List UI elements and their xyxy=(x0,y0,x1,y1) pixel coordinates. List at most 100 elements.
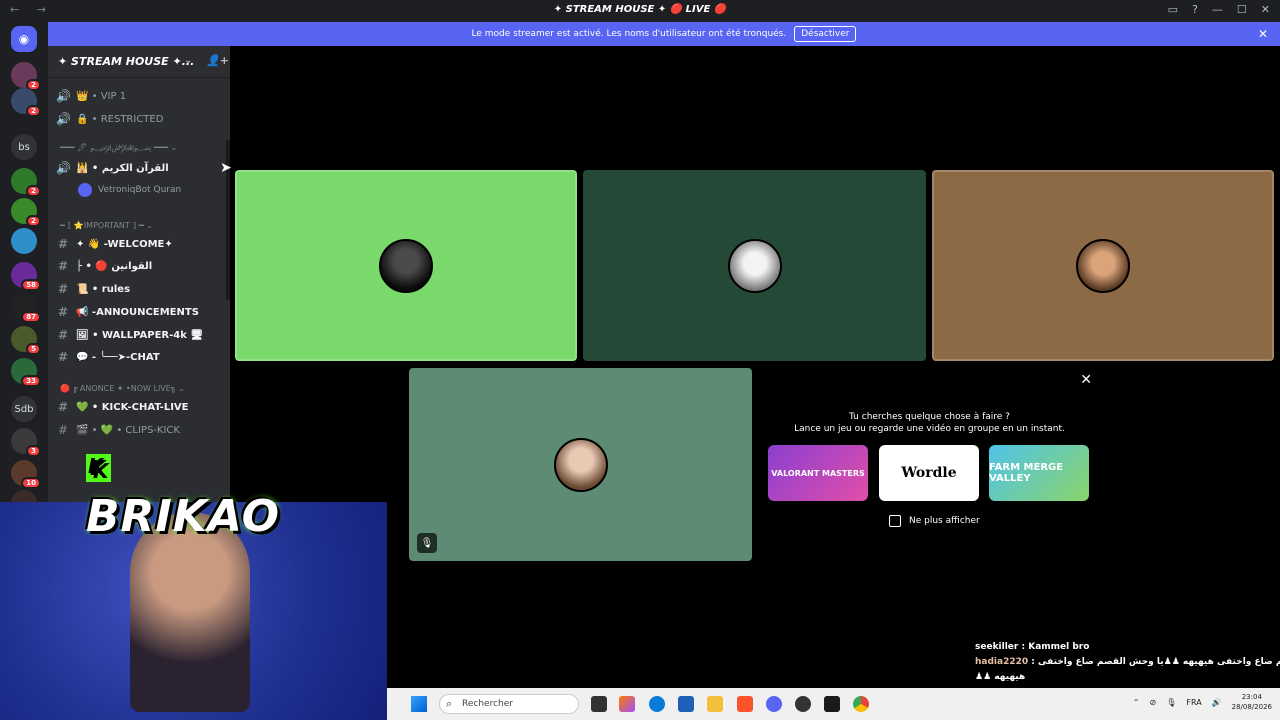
logo-text: BRIKAO xyxy=(86,491,280,542)
channel-item[interactable]: # 🎬 • 💚 • CLIPS-KICK xyxy=(56,420,224,440)
channel-label: ✦ 👋 -WELCOME✦ xyxy=(76,238,173,250)
chrome-icon[interactable] xyxy=(853,696,869,712)
app-icon[interactable] xyxy=(824,696,840,712)
copilot-icon[interactable] xyxy=(619,696,635,712)
edge-icon[interactable] xyxy=(649,696,665,712)
server-label: bs xyxy=(18,141,30,153)
banner-text: Le mode streamer est activé. Les noms d'… xyxy=(471,29,787,39)
invite-icon[interactable]: 👤+ xyxy=(206,54,229,67)
server-icon[interactable]: Sdb xyxy=(11,396,37,422)
window-controls: ▭ ? — ☐ ✕ xyxy=(1168,3,1270,16)
server-icon[interactable]: 58 xyxy=(11,262,41,291)
text-channel-icon: # xyxy=(57,259,69,273)
discord-home-icon[interactable]: ◉ xyxy=(11,26,37,52)
channel-label: 🖼 • WALLPAPER-4k 🖥 xyxy=(76,329,204,341)
server-icon[interactable]: 87 xyxy=(11,294,41,323)
inbox-icon[interactable]: ▭ xyxy=(1168,3,1178,16)
file-explorer-icon[interactable] xyxy=(707,696,723,712)
banner-close-icon[interactable]: ✕ xyxy=(1258,27,1268,41)
channel-item[interactable]: 🔊 🕌 • القرآن الكريم xyxy=(56,158,224,178)
search-placeholder: Rechercher xyxy=(462,699,513,709)
avatar xyxy=(1076,238,1130,293)
server-icon[interactable]: bs xyxy=(11,134,37,160)
close-icon[interactable]: ✕ xyxy=(1261,3,1270,16)
server-header[interactable]: ✦ STREAM HOUSE ✦... ⌄ 👤+ xyxy=(48,46,230,78)
channel-category[interactable]: ━━━ 🖊 ﷽ ━━━ ⌄ xyxy=(60,139,228,159)
text-channel-icon: # xyxy=(57,237,69,251)
category-important[interactable]: ━ ⟦ ⭐IMPORTANT ⟧ ━ ⌄ xyxy=(60,215,228,235)
chat-text: ♟♟ هيهيهه xyxy=(975,672,1026,682)
game-card-wordle[interactable]: Wordle xyxy=(879,445,979,501)
dont-show-again-checkbox[interactable]: Ne plus afficher xyxy=(889,515,980,527)
channel-item[interactable]: # 📢 -ANNOUNCEMENTS xyxy=(56,302,224,322)
discord-icon[interactable] xyxy=(766,696,782,712)
server-icon[interactable] xyxy=(11,228,37,254)
brave-icon[interactable] xyxy=(737,696,753,712)
notification-badge: 2 xyxy=(26,185,41,197)
channel-item[interactable]: # ├ • 🔴 القوانين xyxy=(56,256,224,276)
chat-text: : يا وحش القصم ضاع واختفى هيهيهه ♟♟يا وح… xyxy=(1031,657,1280,667)
video-tile-1[interactable] xyxy=(235,170,577,361)
chevron-up-icon[interactable]: ⌃ xyxy=(1133,698,1140,707)
channel-label: 🔒 • RESTRICTED xyxy=(76,113,164,125)
channel-label: ├ • 🔴 القوانين xyxy=(76,260,153,272)
streamer-image xyxy=(130,512,250,712)
maximize-icon[interactable]: ☐ xyxy=(1237,3,1247,16)
voice-channel-icon: 🔊 xyxy=(56,161,71,175)
server-icon[interactable]: 2 xyxy=(11,168,41,197)
video-tile-2[interactable] xyxy=(583,170,926,361)
close-icon[interactable]: ✕ xyxy=(1080,372,1092,388)
language-indicator[interactable]: FRA xyxy=(1186,698,1201,707)
server-icon[interactable]: 2 xyxy=(11,62,41,91)
taskbar-search[interactable]: ⌕ Rechercher xyxy=(439,694,579,714)
voice-user[interactable]: VetroniqBot Quran xyxy=(78,183,181,197)
text-channel-icon: # xyxy=(57,350,69,364)
text-channel-icon: # xyxy=(57,400,69,414)
checkbox-box[interactable] xyxy=(889,515,901,527)
channel-item[interactable]: # 💬 - ╰──➤-CHAT xyxy=(56,347,224,367)
disable-streamer-button[interactable]: Désactiver xyxy=(794,26,857,42)
server-name: ✦ STREAM HOUSE ✦... xyxy=(58,55,195,68)
system-tray: ⌃ ⊘ 🎙 FRA 🔊 23:04 28/08/2026 xyxy=(1133,692,1272,712)
chevron-down-icon[interactable]: ⌄ xyxy=(184,55,192,66)
start-icon[interactable] xyxy=(411,696,427,712)
notification-badge: 5 xyxy=(26,343,41,355)
server-icon[interactable]: 10 xyxy=(11,460,41,489)
channel-item[interactable]: # 💚 • KICK-CHAT-LIVE xyxy=(56,397,224,417)
task-view-icon[interactable] xyxy=(591,696,607,712)
network-icon[interactable]: ⊘ xyxy=(1150,698,1157,707)
channel-category[interactable]: 🔴 ╔ ANONCE ✦ •NOW LIVE╗ ⌄ xyxy=(60,378,228,398)
clock[interactable]: 23:04 28/08/2026 xyxy=(1232,692,1272,712)
channel-label: 🔴 ╔ ANONCE ✦ •NOW LIVE╗ ⌄ xyxy=(60,383,185,393)
mic-icon[interactable]: 🎙 xyxy=(1166,698,1176,707)
activity-suggestion-panel: ✕ Tu cherches quelque chose à faire ? La… xyxy=(757,368,1102,561)
video-tile-4[interactable]: 🎙 xyxy=(409,368,752,561)
obs-icon[interactable] xyxy=(795,696,811,712)
avatar xyxy=(379,238,433,293)
game-card-farm-merge[interactable]: FARM MERGE VALLEY xyxy=(989,445,1089,501)
notification-badge: 2 xyxy=(26,215,41,227)
channel-item[interactable]: # 🖼 • WALLPAPER-4k 🖥 xyxy=(56,325,224,345)
channel-item[interactable]: 🔊 👑 • VIP 1 xyxy=(56,86,224,106)
video-tile-3[interactable] xyxy=(932,170,1274,361)
help-icon[interactable]: ? xyxy=(1192,3,1198,16)
channel-item[interactable]: 🔊 🔒 • RESTRICTED xyxy=(56,109,224,129)
server-icon[interactable]: 2 xyxy=(11,198,41,227)
game-card-valorant[interactable]: VALORANT MASTERS xyxy=(768,445,868,501)
channel-item[interactable]: # ✦ 👋 -WELCOME✦ xyxy=(56,234,224,254)
voice-user-name: VetroniqBot Quran xyxy=(98,185,182,195)
server-icon[interactable]: 5 xyxy=(11,326,41,355)
store-icon[interactable] xyxy=(678,696,694,712)
channel-label: ━━━ 🖊 ﷽ ━━━ ⌄ xyxy=(60,142,178,152)
server-icon[interactable]: 2 xyxy=(11,88,41,117)
channel-label: 💬 - ╰──➤-CHAT xyxy=(76,351,160,363)
text-channel-icon: # xyxy=(57,423,69,437)
server-icon[interactable]: 33 xyxy=(11,358,41,387)
server-icon[interactable]: 3 xyxy=(11,428,41,457)
minimize-icon[interactable]: — xyxy=(1212,3,1223,16)
volume-icon[interactable]: 🔊 xyxy=(1212,698,1222,707)
channel-item[interactable]: # 📜 • rules xyxy=(56,279,224,299)
chat-message: ♟♟ هيهيهه xyxy=(975,672,1280,682)
chat-user: seekiller xyxy=(975,642,1019,652)
muted-mic-icon: 🎙 xyxy=(417,533,437,553)
